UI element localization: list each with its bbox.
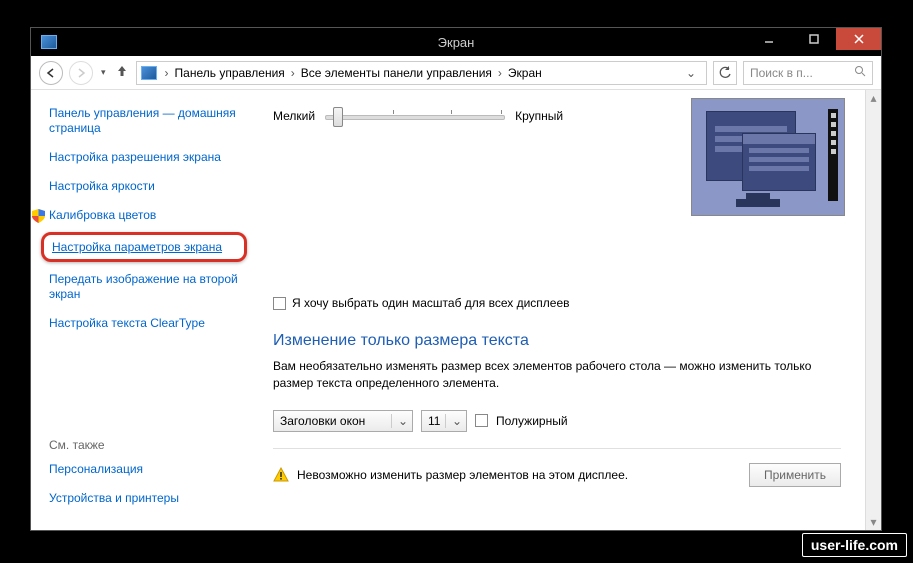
scroll-up-icon[interactable]: ▴: [866, 90, 881, 106]
breadcrumb-seg-3[interactable]: Экран: [506, 66, 544, 80]
content: Мелкий Крупный Я хочу выбрать один м: [249, 90, 865, 530]
dpi-slider[interactable]: [325, 104, 505, 128]
sidebar-resolution[interactable]: Настройка разрешения экрана: [49, 150, 239, 165]
back-button[interactable]: [39, 61, 63, 85]
forward-icon: [75, 67, 87, 79]
back-icon: [45, 67, 57, 79]
window-title: Экран: [31, 35, 881, 50]
chevron-right-icon: ›: [161, 66, 173, 80]
breadcrumb-bar[interactable]: › Панель управления › Все элементы панел…: [136, 61, 707, 85]
warning-row: Невозможно изменить размер элементов на …: [273, 463, 841, 487]
breadcrumb-seg-2[interactable]: Все элементы панели управления: [299, 66, 494, 80]
chevron-down-icon: ⌄: [445, 414, 462, 428]
sidebar-brightness[interactable]: Настройка яркости: [49, 179, 239, 194]
one-scale-row: Я хочу выбрать один масштаб для всех дис…: [273, 296, 841, 310]
slider-label-large: Крупный: [515, 109, 563, 123]
sidebar-see-also-label: См. также: [49, 438, 239, 452]
refresh-button[interactable]: [713, 61, 737, 85]
up-icon: [114, 63, 130, 79]
text-size-controls: Заголовки окон ⌄ 11 ⌄ Полужирный: [273, 410, 841, 432]
breadcrumb-dropdown[interactable]: ⌄: [680, 66, 702, 80]
forward-button[interactable]: [69, 61, 93, 85]
text-size-description: Вам необязательно изменять размер всех э…: [273, 358, 841, 392]
chevron-down-icon: ⌄: [391, 414, 408, 428]
sidebar-screen-params[interactable]: Настройка параметров экрана: [52, 240, 236, 255]
chevron-right-icon: ›: [287, 66, 299, 80]
titlebar: Экран: [31, 28, 881, 56]
slider-thumb[interactable]: [333, 107, 343, 127]
sidebar-calibration[interactable]: Калибровка цветов: [49, 208, 239, 223]
bold-checkbox[interactable]: [475, 414, 488, 427]
window: Экран ▾ › Панель управления ›: [30, 27, 882, 531]
search-icon: [854, 65, 866, 80]
search-input[interactable]: Поиск в п...: [743, 61, 873, 85]
sidebar-cleartype[interactable]: Настройка текста ClearType: [49, 316, 239, 331]
element-combo[interactable]: Заголовки окон ⌄: [273, 410, 413, 432]
search-placeholder: Поиск в п...: [750, 66, 813, 80]
apply-button[interactable]: Применить: [749, 463, 841, 487]
preview-illustration: [691, 98, 845, 216]
refresh-icon: [718, 66, 732, 80]
slider-label-small: Мелкий: [273, 109, 315, 123]
sidebar: Панель управления — домашняя страница На…: [31, 90, 249, 530]
shield-icon: [32, 209, 45, 223]
bold-label[interactable]: Полужирный: [496, 414, 568, 428]
warning-text: Невозможно изменить размер элементов на …: [297, 468, 628, 482]
text-size-heading: Изменение только размера текста: [273, 332, 841, 350]
one-scale-checkbox[interactable]: [273, 297, 286, 310]
sidebar-devices[interactable]: Устройства и принтеры: [49, 491, 239, 506]
sidebar-personalization[interactable]: Персонализация: [49, 462, 239, 477]
scroll-down-icon[interactable]: ▾: [866, 514, 881, 530]
display-icon: [141, 66, 157, 80]
breadcrumb-seg-1[interactable]: Панель управления: [173, 66, 287, 80]
size-combo[interactable]: 11 ⌄: [421, 410, 467, 432]
one-scale-label[interactable]: Я хочу выбрать один масштаб для всех дис…: [292, 296, 570, 310]
body: Панель управления — домашняя страница На…: [31, 90, 881, 530]
sidebar-project[interactable]: Передать изображение на второй экран: [49, 272, 239, 302]
recent-dropdown[interactable]: ▾: [99, 67, 108, 78]
highlight-annotation: Настройка параметров экрана: [41, 232, 247, 262]
scrollbar[interactable]: ▴ ▾: [865, 90, 881, 530]
up-button[interactable]: [114, 63, 130, 82]
nav-row: ▾ › Панель управления › Все элементы пан…: [31, 56, 881, 90]
watermark: user-life.com: [802, 533, 907, 557]
warning-icon: [273, 467, 289, 483]
sidebar-home[interactable]: Панель управления — домашняя страница: [49, 106, 239, 136]
chevron-right-icon: ›: [494, 66, 506, 80]
divider: [273, 448, 841, 449]
